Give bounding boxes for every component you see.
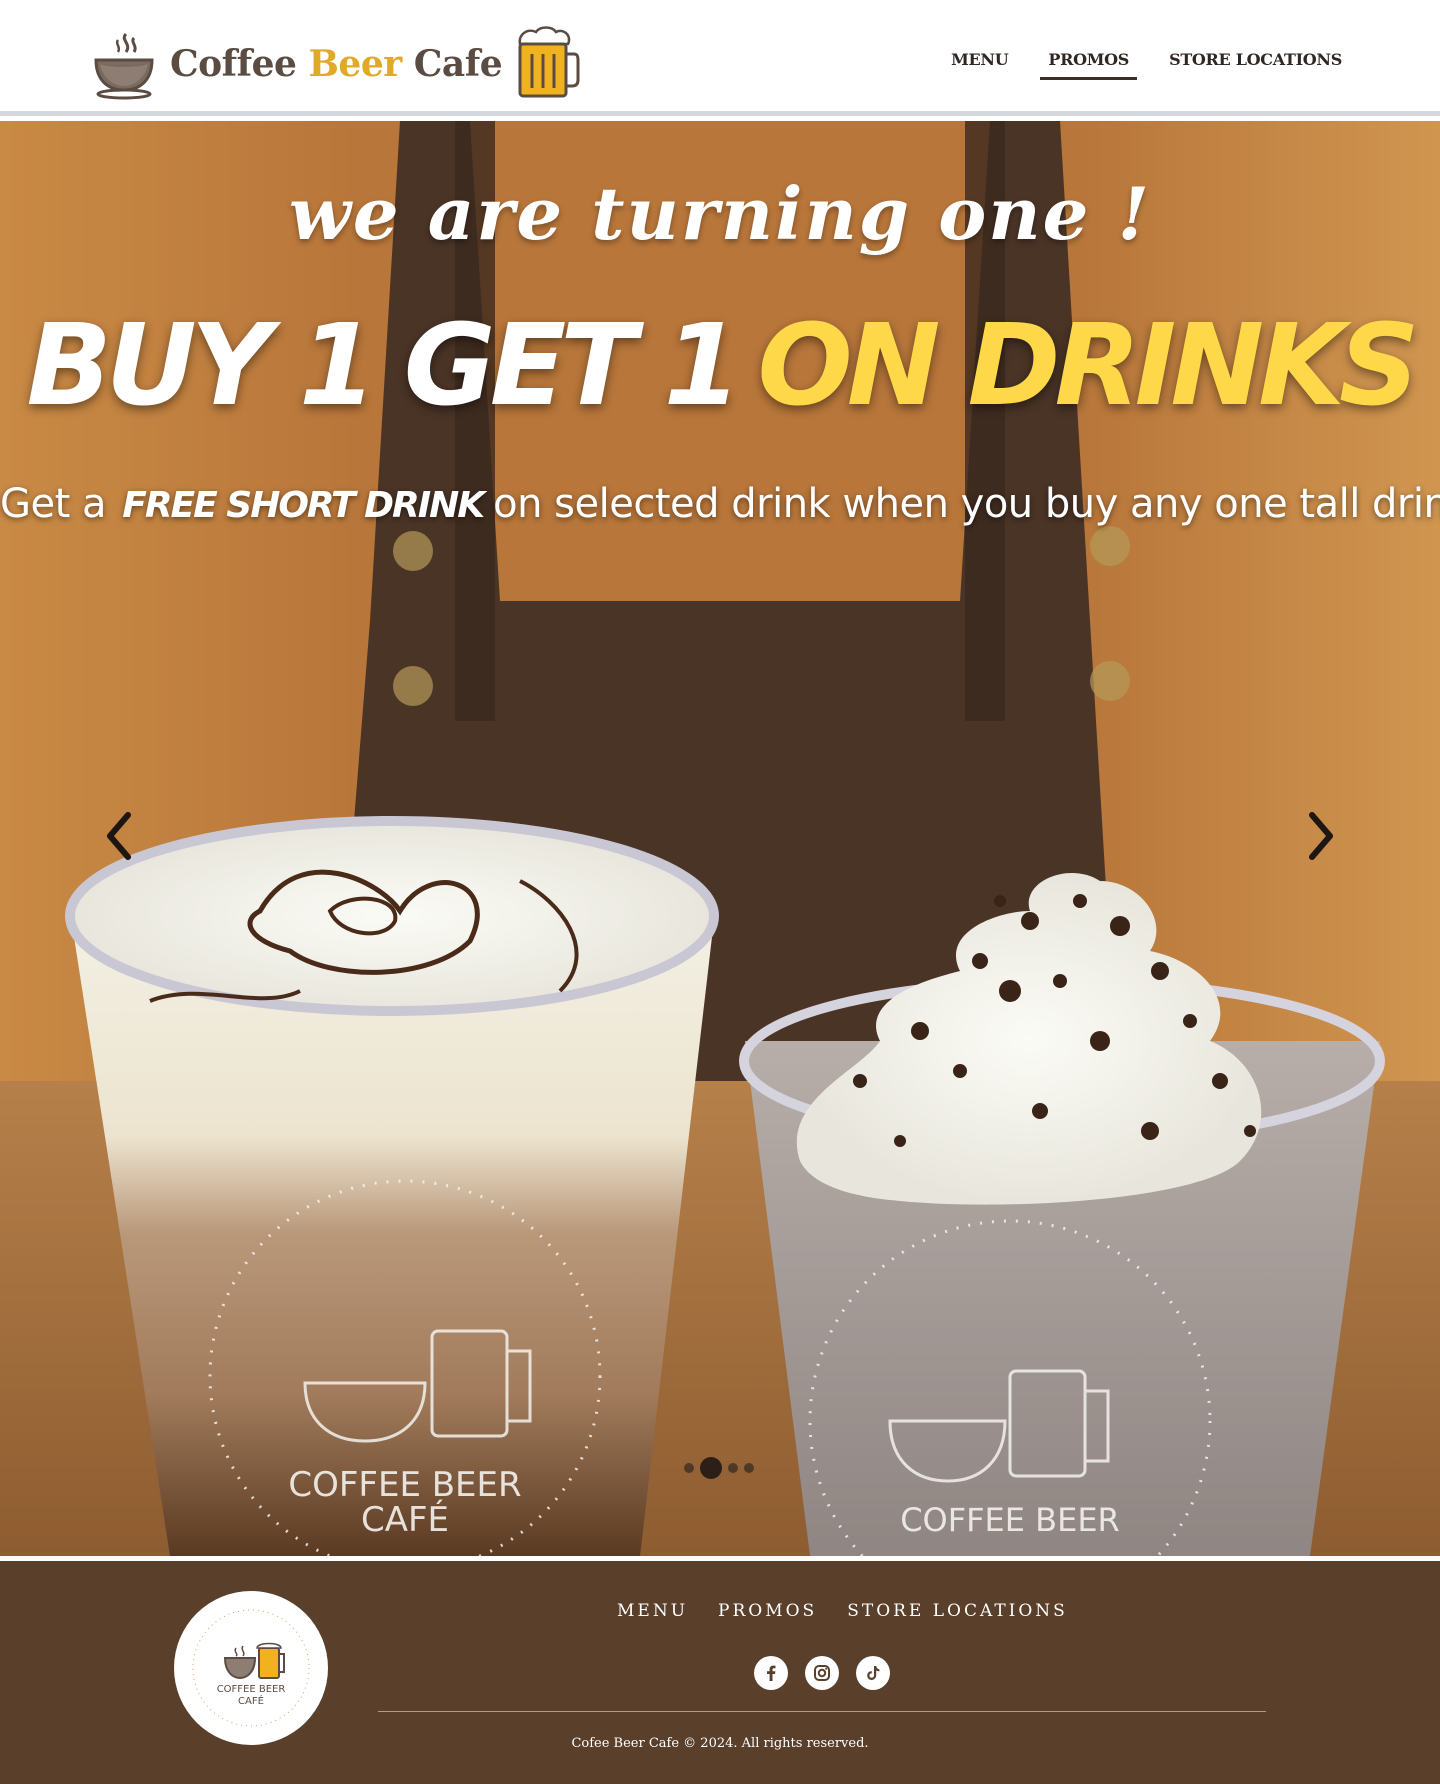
footer-logo-text-2: CAFÉ <box>238 1694 264 1707</box>
copyright-text: Cofee Beer Cafe © 2024. All rights reser… <box>571 1736 869 1751</box>
nav-menu[interactable]: MENU <box>943 48 1016 80</box>
footer-nav-promos[interactable]: PROMOS <box>718 1601 817 1621</box>
carousel-dot-1[interactable] <box>684 1463 694 1473</box>
instagram-icon <box>814 1665 830 1681</box>
promo-free-drink: FREE SHORT DRINK <box>122 485 485 526</box>
carousel-dot-3[interactable] <box>728 1463 738 1473</box>
footer-divider <box>378 1711 1266 1712</box>
site-header: Coffee Beer Cafe MENU PROMOS STORE LOCAT… <box>0 0 1440 116</box>
coffee-cup-icon <box>94 32 154 100</box>
beer-mug-icon <box>518 26 580 98</box>
footer-nav-store-locations[interactable]: STORE LOCATIONS <box>847 1601 1068 1621</box>
cup-print-right-line1: COFFEE BEER <box>900 1501 1120 1539</box>
promo-carousel: COFFEE BEER CAFÉ COFFEE BEER we are turn… <box>0 121 1440 1556</box>
site-footer: COFFEE BEER CAFÉ MENU PROMOS STORE LOCAT… <box>0 1561 1440 1784</box>
instagram-link[interactable] <box>805 1656 839 1690</box>
social-links <box>754 1656 890 1690</box>
carousel-dot-4[interactable] <box>744 1463 754 1473</box>
chevron-right-icon <box>1309 812 1333 860</box>
cup-print-left-line1: COFFEE BEER <box>288 1465 521 1505</box>
nav-store-locations[interactable]: STORE LOCATIONS <box>1161 48 1350 80</box>
cup-print-left-line2: CAFÉ <box>361 1499 449 1540</box>
carousel-indicators <box>684 1457 754 1479</box>
brand-name: Coffee Beer Cafe <box>170 43 503 85</box>
footer-logo-text-1: COFFEE BEER <box>217 1684 286 1695</box>
carousel-next-button[interactable] <box>1296 801 1346 871</box>
carousel-prev-button[interactable] <box>94 801 144 871</box>
facebook-icon <box>767 1665 776 1681</box>
promo-headline: we are turning one ! <box>288 171 1152 256</box>
footer-nav-menu[interactable]: MENU <box>617 1601 688 1621</box>
nav-promos[interactable]: PROMOS <box>1040 48 1138 80</box>
footer-logo-badge[interactable]: COFFEE BEER CAFÉ <box>174 1591 328 1745</box>
chevron-left-icon <box>107 812 131 860</box>
promo-details: Get a FREE SHORT DRINK on selected drink … <box>0 481 1440 527</box>
facebook-link[interactable] <box>754 1656 788 1690</box>
tiktok-icon <box>867 1666 880 1680</box>
main-nav: MENU PROMOS STORE LOCATIONS <box>943 48 1350 80</box>
promo-offer-main: BUY 1 GET 1 <box>26 301 741 431</box>
footer-logo-mark: COFFEE BEER CAFÉ <box>192 1609 310 1727</box>
tiktok-link[interactable] <box>856 1656 890 1690</box>
carousel-dot-2[interactable] <box>700 1457 722 1479</box>
promo-offer-highlight: ON DRINKS <box>757 301 1420 431</box>
brand-logo[interactable]: Coffee Beer Cafe <box>90 26 580 102</box>
promo-offer: BUY 1 GET 1 ON DRINKS <box>0 301 1440 431</box>
footer-nav: MENU PROMOS STORE LOCATIONS <box>617 1601 1068 1621</box>
